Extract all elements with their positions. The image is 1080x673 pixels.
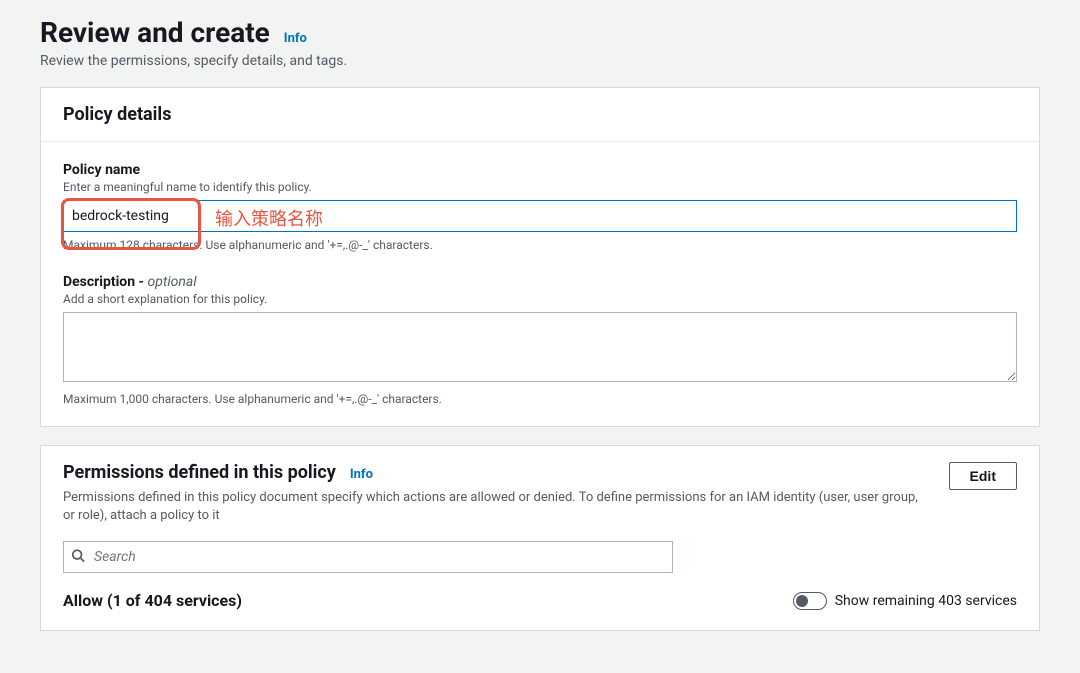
toggle-knob (796, 595, 808, 607)
permissions-description: Permissions defined in this policy docum… (63, 489, 923, 525)
policy-details-header: Policy details (41, 88, 1039, 142)
policy-name-hint: Enter a meaningful name to identify this… (63, 180, 1017, 194)
policy-details-panel: Policy details Policy name Enter a meani… (40, 87, 1040, 427)
page-title: Review and create (40, 16, 270, 49)
show-remaining-toggle[interactable] (793, 592, 827, 610)
description-field: Description - optional Add a short expla… (63, 274, 1017, 406)
description-label: Description - optional (63, 274, 1017, 290)
show-remaining-toggle-wrapper: Show remaining 403 services (793, 592, 1017, 610)
policy-name-label: Policy name (63, 162, 1017, 178)
permissions-header: Permissions defined in this policy Info … (41, 446, 1039, 535)
description-hint: Add a short explanation for this policy. (63, 292, 1017, 306)
permissions-panel: Permissions defined in this policy Info … (40, 445, 1040, 631)
edit-button[interactable]: Edit (949, 462, 1017, 490)
show-remaining-label: Show remaining 403 services (835, 593, 1017, 609)
policy-details-title: Policy details (63, 104, 1017, 125)
search-icon (71, 548, 85, 567)
permissions-info-link[interactable]: Info (350, 467, 373, 482)
page-header: Review and create Info Review the permis… (40, 16, 1040, 69)
info-link[interactable]: Info (284, 31, 307, 46)
allow-row: Allow (1 of 404 services) Show remaining… (63, 591, 1017, 610)
search-input[interactable] (63, 541, 673, 573)
description-textarea[interactable] (63, 312, 1017, 382)
policy-name-constraint: Maximum 128 characters. Use alphanumeric… (63, 238, 1017, 252)
allow-title: Allow (1 of 404 services) (63, 591, 242, 610)
description-constraint: Maximum 1,000 characters. Use alphanumer… (63, 392, 1017, 406)
policy-name-input[interactable] (63, 200, 1017, 232)
page-subtitle: Review the permissions, specify details,… (40, 53, 1040, 69)
search-wrapper (63, 541, 673, 573)
policy-name-field: Policy name Enter a meaningful name to i… (63, 162, 1017, 252)
permissions-title: Permissions defined in this policy (63, 462, 336, 483)
